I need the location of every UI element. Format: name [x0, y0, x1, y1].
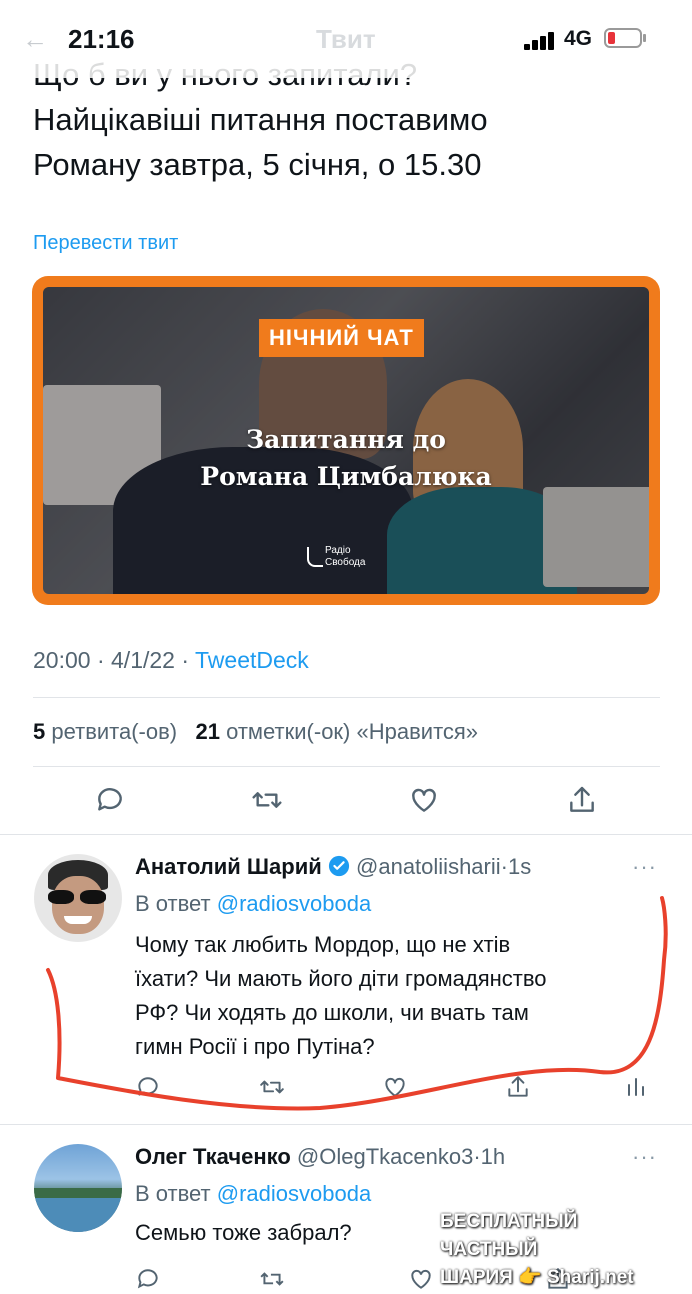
back-button[interactable]: ← — [22, 24, 48, 55]
avatar[interactable] — [34, 1144, 122, 1232]
reply-prefix: В ответ — [135, 1181, 211, 1206]
retweets-label: ретвита(-ов) — [51, 719, 178, 744]
likes-count: 21 — [195, 719, 220, 744]
in-reply-to: В ответ @radiosvoboda — [135, 1181, 371, 1207]
author-handle: @OlegTkacenko3 — [296, 1144, 474, 1169]
media-image: НІЧНИЙ ЧАТ Запитання до Романа Цимбалюка… — [43, 287, 649, 594]
tweet-media[interactable]: НІЧНИЙ ЧАТ Запитання до Романа Цимбалюка… — [32, 276, 660, 605]
reply-tweet[interactable]: Анатолий Шарий @anatoliisharii·1s ··· В … — [0, 834, 692, 1124]
media-badge: НІЧНИЙ ЧАТ — [259, 319, 424, 357]
page-title: Твит — [316, 24, 376, 54]
in-reply-to: В ответ @radiosvoboda — [135, 891, 371, 917]
likes-label: отметки(-ок) «Нравится» — [226, 719, 479, 744]
reply-time: 1h — [480, 1144, 506, 1169]
tweet-actions — [0, 784, 692, 818]
clock: 21:16 — [68, 24, 135, 54]
meta-separator: · — [473, 1144, 481, 1169]
radio-svoboda-logo: Радіо Свобода — [307, 545, 366, 569]
like-icon[interactable] — [408, 1266, 434, 1292]
watermark-line: ШАРИЯ 👉 Sharij.net — [440, 1267, 634, 1288]
author-name: Олег Ткаченко — [135, 1144, 291, 1169]
battery-icon — [604, 28, 642, 48]
avatar[interactable] — [34, 854, 122, 942]
likes-stat[interactable]: 21 отметки(-ок) «Нравится» — [195, 719, 478, 744]
signal-icon — [524, 30, 556, 50]
tweet-text-line: Найцікавіші питання поставимо — [33, 102, 488, 137]
media-headline: Запитання до Романа Цимбалюка — [173, 421, 519, 495]
meta-separator: · — [500, 854, 508, 879]
status-bar: ← 21:16 Твит 4G — [0, 0, 692, 78]
reply-time: 1s — [507, 854, 532, 879]
reply-text-line: їхати? Чи мають його діти громадянство — [135, 966, 547, 991]
retweets-count: 5 — [33, 719, 46, 744]
tweet-time: 20:00 — [33, 647, 91, 673]
reply-author[interactable]: Олег Ткаченко @OlegTkacenko3·1h — [135, 1144, 505, 1170]
media-headline-line: Запитання до — [246, 425, 446, 454]
radio-logo-icon — [307, 547, 323, 567]
divider — [33, 766, 660, 767]
reply-text-line: Чому так любить Мордор, що не хтів — [135, 932, 511, 957]
translate-tweet-link[interactable]: Перевести твит — [33, 232, 178, 255]
analytics-icon[interactable] — [624, 1074, 648, 1100]
verified-badge-icon — [328, 855, 349, 877]
retweet-icon[interactable] — [250, 784, 284, 816]
reply-to-handle-link[interactable]: @radiosvoboda — [217, 891, 371, 916]
divider — [33, 697, 660, 698]
like-icon[interactable] — [408, 784, 440, 816]
network-type: 4G — [564, 27, 593, 50]
tweet-stats: 5 ретвита(-ов) 21 отметки(-ок) «Нравится… — [33, 719, 478, 745]
meta-separator: · — [181, 647, 190, 673]
reply-author[interactable]: Анатолий Шарий @anatoliisharii·1s — [135, 854, 531, 880]
reply-actions — [0, 1074, 692, 1102]
tweet-timestamp: 20:00 · 4/1/22 · TweetDeck — [33, 647, 309, 674]
reply-icon[interactable] — [94, 784, 126, 816]
watermark-line: БЕСПЛАТНЫЙ ЧАСТНЫЙ — [440, 1211, 578, 1260]
retweets-stat[interactable]: 5 ретвита(-ов) — [33, 719, 177, 744]
radio-logo-text: Радіо — [325, 545, 351, 556]
reply-text: Семью тоже забрал? — [135, 1216, 352, 1250]
radio-logo-text: Свобода — [325, 557, 366, 568]
author-name: Анатолий Шарий — [135, 854, 322, 879]
reply-text-line: Семью тоже забрал? — [135, 1220, 352, 1245]
retweet-icon[interactable] — [258, 1074, 286, 1100]
share-icon[interactable] — [505, 1074, 531, 1100]
watermark: БЕСПЛАТНЫЙ ЧАСТНЫЙ ШАРИЯ 👉 Sharij.net — [440, 1208, 680, 1292]
more-options-icon[interactable]: ··· — [632, 1144, 657, 1170]
meta-separator: · — [96, 647, 105, 673]
like-icon[interactable] — [382, 1074, 408, 1100]
reply-text-line: РФ? Чи ходять до школи, чи вчать там — [135, 1000, 529, 1025]
reply-text: Чому так любить Мордор, що не хтів їхати… — [135, 928, 547, 1064]
retweet-icon[interactable] — [258, 1266, 286, 1292]
author-handle: @anatoliisharii — [356, 854, 501, 879]
tweet-text-line: Роману завтра, 5 січня, о 15.30 — [33, 147, 482, 182]
media-headline-line: Романа Цимбалюка — [200, 462, 492, 491]
reply-to-handle-link[interactable]: @radiosvoboda — [217, 1181, 371, 1206]
reply-icon[interactable] — [135, 1266, 161, 1292]
battery-tip — [643, 34, 646, 42]
reply-text-line: гимн Росії і про Путіна? — [135, 1034, 375, 1059]
more-options-icon[interactable]: ··· — [632, 854, 657, 880]
tweet-date: 4/1/22 — [111, 647, 175, 673]
reply-icon[interactable] — [135, 1074, 161, 1100]
reply-prefix: В ответ — [135, 891, 211, 916]
share-icon[interactable] — [566, 784, 598, 816]
tweet-source-link[interactable]: TweetDeck — [195, 647, 309, 673]
